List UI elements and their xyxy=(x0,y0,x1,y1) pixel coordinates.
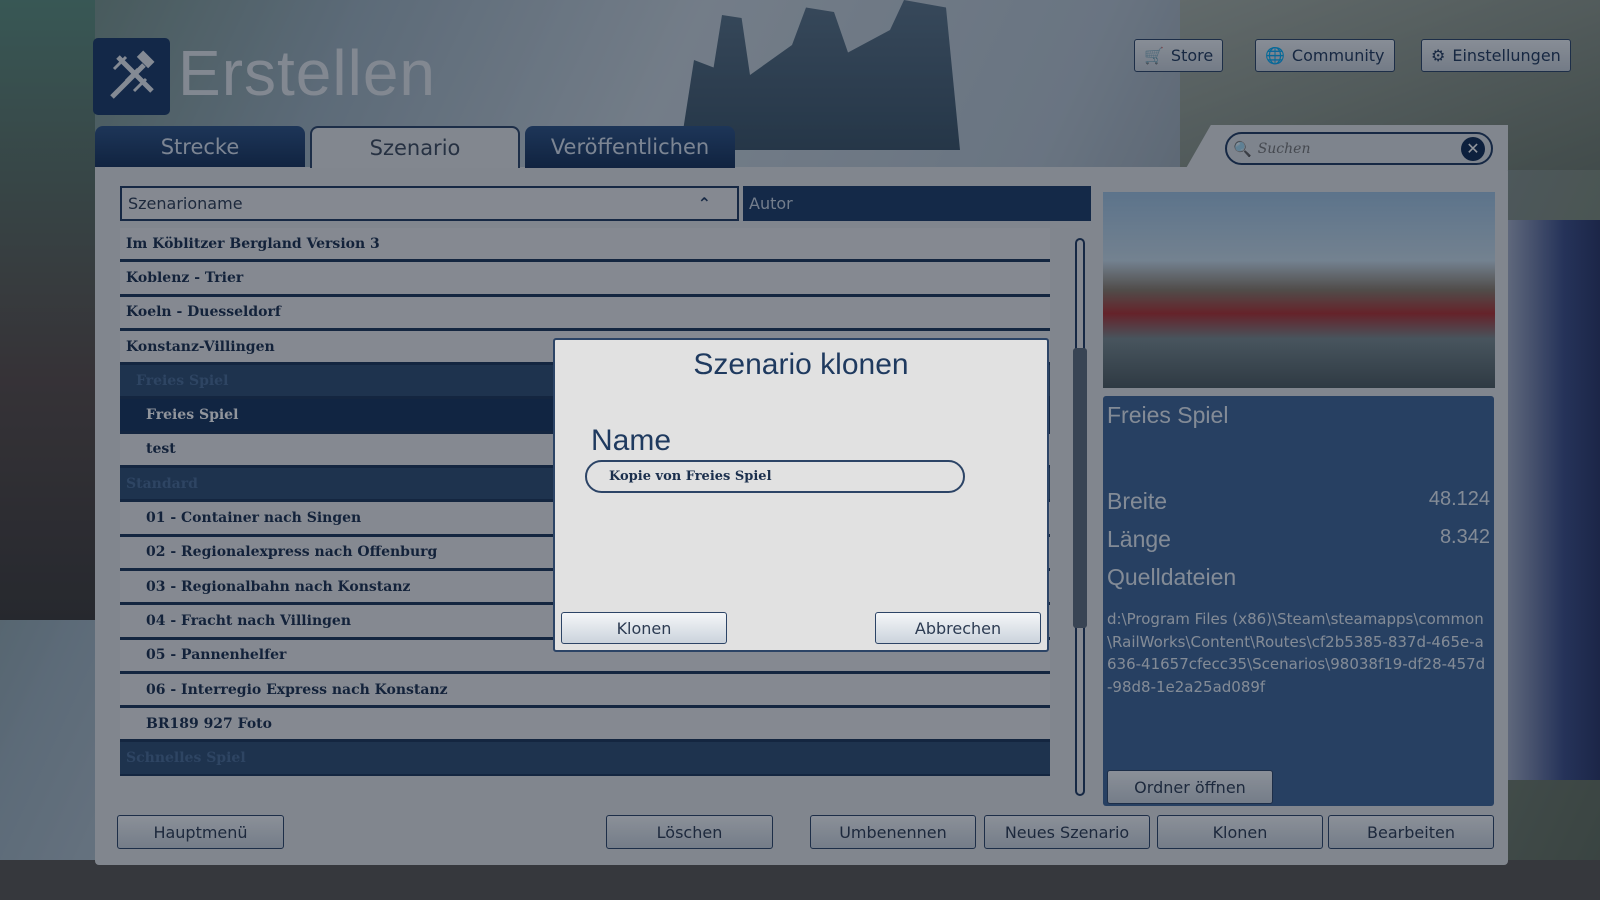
dialog-clone-button[interactable]: Klonen xyxy=(561,612,727,644)
dialog-clone-label: Klonen xyxy=(616,618,672,638)
name-input[interactable]: Kopie von Freies Spiel xyxy=(585,460,965,493)
dialog-cancel-button[interactable]: Abbrechen xyxy=(875,612,1041,644)
clone-dialog: Szenario klonen Name Kopie von Freies Sp… xyxy=(553,338,1049,652)
name-label: Name xyxy=(591,424,672,457)
name-input-value: Kopie von Freies Spiel xyxy=(609,469,772,484)
dialog-title: Szenario klonen xyxy=(693,348,909,381)
dialog-cancel-label: Abbrechen xyxy=(914,618,1002,638)
